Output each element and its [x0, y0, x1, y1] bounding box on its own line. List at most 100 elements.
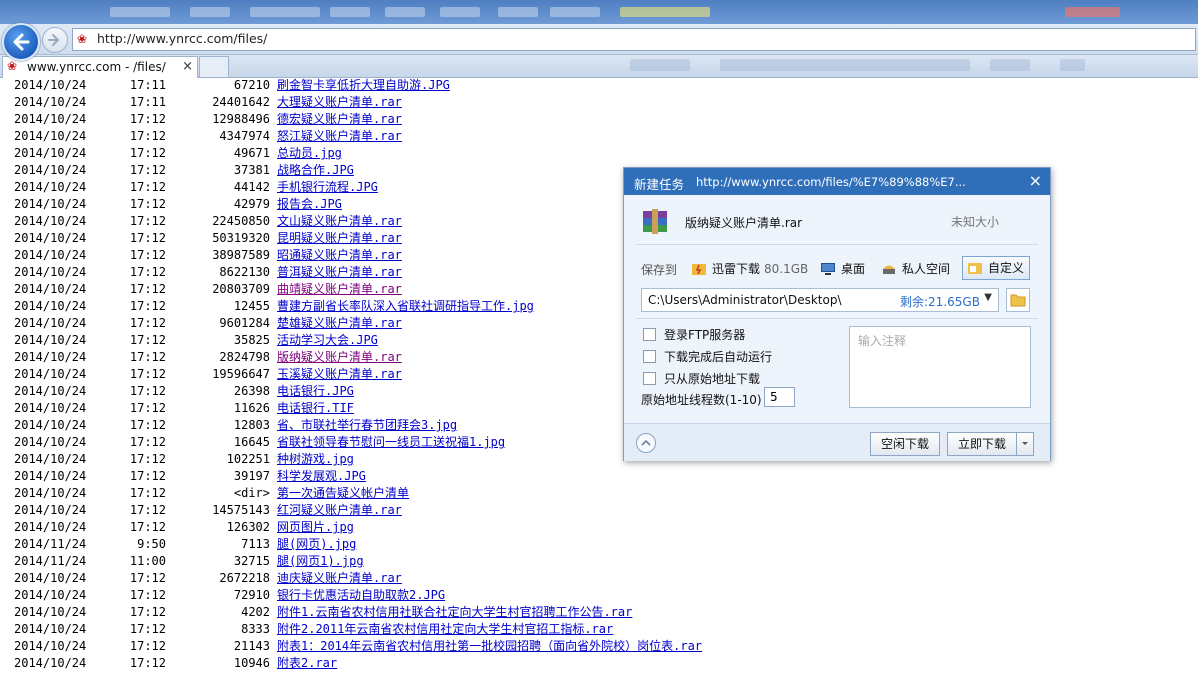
file-time: 17:12	[129, 435, 166, 449]
file-link[interactable]: 科学发展观.JPG	[277, 468, 366, 485]
blurred-menu	[190, 7, 230, 17]
forward-button[interactable]	[42, 27, 68, 53]
file-link[interactable]: 省、市联社举行春节团拜会3.jpg	[277, 417, 457, 434]
new-tab-button[interactable]	[199, 56, 229, 78]
file-link[interactable]: 附表2.rar	[277, 655, 337, 672]
file-link[interactable]: 刷金智卡享低折大理自助游.JPG	[277, 77, 450, 94]
file-size-cell: <dir>	[233, 486, 270, 500]
threads-label: 原始地址线程数(1-10)	[641, 393, 762, 407]
file-time: 17:12	[129, 486, 166, 500]
file-link[interactable]: 省联社领导春节慰问一线员工送祝福1.jpg	[277, 434, 505, 451]
file-date: 2014/10/24	[14, 129, 87, 143]
option-label: 自定义	[988, 261, 1025, 275]
file-date: 2014/10/24	[14, 401, 87, 415]
expand-toggle[interactable]	[636, 433, 656, 453]
file-link[interactable]: 种树游戏.jpg	[277, 451, 354, 468]
checkbox-auto-run[interactable]: 下载完成后自动运行	[643, 348, 772, 365]
file-link[interactable]: 德宏疑义账户清单.rar	[277, 111, 402, 128]
file-link[interactable]: 红河疑义账户清单.rar	[277, 502, 402, 519]
file-date: 2014/10/24	[14, 605, 87, 619]
option-size: 80.1GB	[764, 262, 809, 276]
file-link[interactable]: 曹建方副省长率队深入省联社调研指导工作.jpg	[277, 298, 534, 315]
file-size-cell: 49671	[233, 146, 270, 160]
file-size-cell: 102251	[226, 452, 270, 466]
file-link[interactable]: 腿(网页1).jpg	[277, 553, 364, 570]
file-link[interactable]: 迪庆疑义账户清单.rar	[277, 570, 402, 587]
dialog-close-icon[interactable]: ×	[1029, 171, 1042, 190]
option-private-space[interactable]: 私人空间	[882, 260, 950, 278]
idle-download-button[interactable]: 空闲下载	[870, 432, 940, 456]
file-date: 2014/10/24	[14, 214, 87, 228]
file-date: 2014/10/24	[14, 146, 87, 160]
file-link[interactable]: 怒江疑义账户清单.rar	[277, 128, 402, 145]
file-link[interactable]: 银行卡优惠活动自助取款2.JPG	[277, 587, 445, 604]
file-time: 17:12	[129, 197, 166, 211]
checkbox-ftp-login[interactable]: 登录FTP服务器	[643, 326, 745, 343]
browse-folder-button[interactable]	[1006, 288, 1030, 312]
download-options-button[interactable]	[1016, 432, 1034, 456]
file-link[interactable]: 腿(网页).jpg	[277, 536, 356, 553]
file-time: 17:12	[129, 622, 166, 636]
file-size-cell: 35825	[233, 333, 270, 347]
file-link[interactable]: 附件1.云南省农村信用社联合社定向大学生村官招聘工作公告.rar	[277, 604, 632, 621]
file-link[interactable]: 活动学习大会.JPG	[277, 332, 378, 349]
file-date: 2014/10/24	[14, 622, 87, 636]
file-date: 2014/10/24	[14, 333, 87, 347]
file-size-cell: 126302	[226, 520, 270, 534]
file-link[interactable]: 第一次通告疑义帐户清单	[277, 485, 409, 502]
file-date: 2014/10/24	[14, 265, 87, 279]
file-link[interactable]: 曲靖疑义账户清单.rar	[277, 281, 402, 298]
dialog-titlebar: 新建任务 http://www.ynrcc.com/files/%E7%89%8…	[624, 168, 1050, 195]
file-link[interactable]: 电话银行.TIF	[277, 400, 354, 417]
file-link[interactable]: 昭通疑义账户清单.rar	[277, 247, 402, 264]
threads-input[interactable]: 5	[764, 387, 795, 407]
tab-close-icon[interactable]: ×	[182, 59, 193, 74]
file-time: 17:12	[129, 282, 166, 296]
file-date: 2014/10/24	[14, 469, 87, 483]
file-link[interactable]: 电话银行.JPG	[277, 383, 354, 400]
file-date: 2014/10/24	[14, 299, 87, 313]
note-input[interactable]: 输入注释	[849, 326, 1031, 408]
file-link[interactable]: 附表1：2014年云南省农村信用社第一批校园招聘（面向省外院校）岗位表.rar	[277, 638, 702, 655]
file-link[interactable]: 版纳疑义账户清单.rar	[277, 349, 402, 366]
custom-folder-icon	[968, 263, 982, 274]
tab-active[interactable]: ❀ www.ynrcc.com - /files/ ×	[2, 56, 198, 78]
file-time: 17:12	[129, 112, 166, 126]
file-time: 17:12	[129, 605, 166, 619]
option-custom[interactable]: 自定义	[962, 256, 1031, 280]
file-size-cell: 32715	[233, 554, 270, 568]
file-time: 17:12	[129, 163, 166, 177]
file-time: 17:12	[129, 265, 166, 279]
file-link[interactable]: 总动员.jpg	[277, 145, 342, 162]
desktop-icon	[821, 263, 835, 275]
tab-bar: ❀ www.ynrcc.com - /files/ ×	[0, 55, 1198, 78]
file-date: 2014/10/24	[14, 418, 87, 432]
checkbox-original-only[interactable]: 只从原始地址下载	[643, 370, 760, 387]
file-size-cell: 26398	[233, 384, 270, 398]
file-link[interactable]: 大理疑义账户清单.rar	[277, 94, 402, 111]
file-link[interactable]: 普洱疑义账户清单.rar	[277, 264, 402, 281]
file-link[interactable]: 文山疑义账户清单.rar	[277, 213, 402, 230]
file-link[interactable]: 网页图片.jpg	[277, 519, 354, 536]
save-path-input[interactable]: C:\Users\Administrator\Desktop\ 剩余:21.65…	[641, 288, 999, 312]
file-link[interactable]: 报告会.JPG	[277, 196, 342, 213]
download-now-button[interactable]: 立即下载	[947, 432, 1017, 456]
file-time: 17:12	[129, 571, 166, 585]
file-link[interactable]: 附件2.2011年云南省农村信用社定向大学生村官招工指标.rar	[277, 621, 613, 638]
file-size-cell: 8622130	[219, 265, 270, 279]
address-bar[interactable]: ❀ http://www.ynrcc.com/files/	[72, 28, 1196, 51]
file-size-cell: 22450850	[212, 214, 270, 228]
back-button[interactable]	[2, 23, 40, 61]
option-thunder-download[interactable]: 迅雷下载 80.1GB	[692, 260, 808, 278]
file-size-cell: 7113	[241, 537, 270, 551]
file-time: 17:12	[129, 452, 166, 466]
file-link[interactable]: 昆明疑义账户清单.rar	[277, 230, 402, 247]
file-link[interactable]: 手机银行流程.JPG	[277, 179, 378, 196]
file-link[interactable]: 战略合作.JPG	[277, 162, 354, 179]
file-time: 17:12	[129, 384, 166, 398]
file-link[interactable]: 玉溪疑义账户清单.rar	[277, 366, 402, 383]
file-link[interactable]: 楚雄疑义账户清单.rar	[277, 315, 402, 332]
file-date: 2014/10/24	[14, 78, 87, 92]
option-desktop[interactable]: 桌面	[821, 260, 865, 278]
chevron-down-icon[interactable]: ▼	[984, 292, 992, 303]
